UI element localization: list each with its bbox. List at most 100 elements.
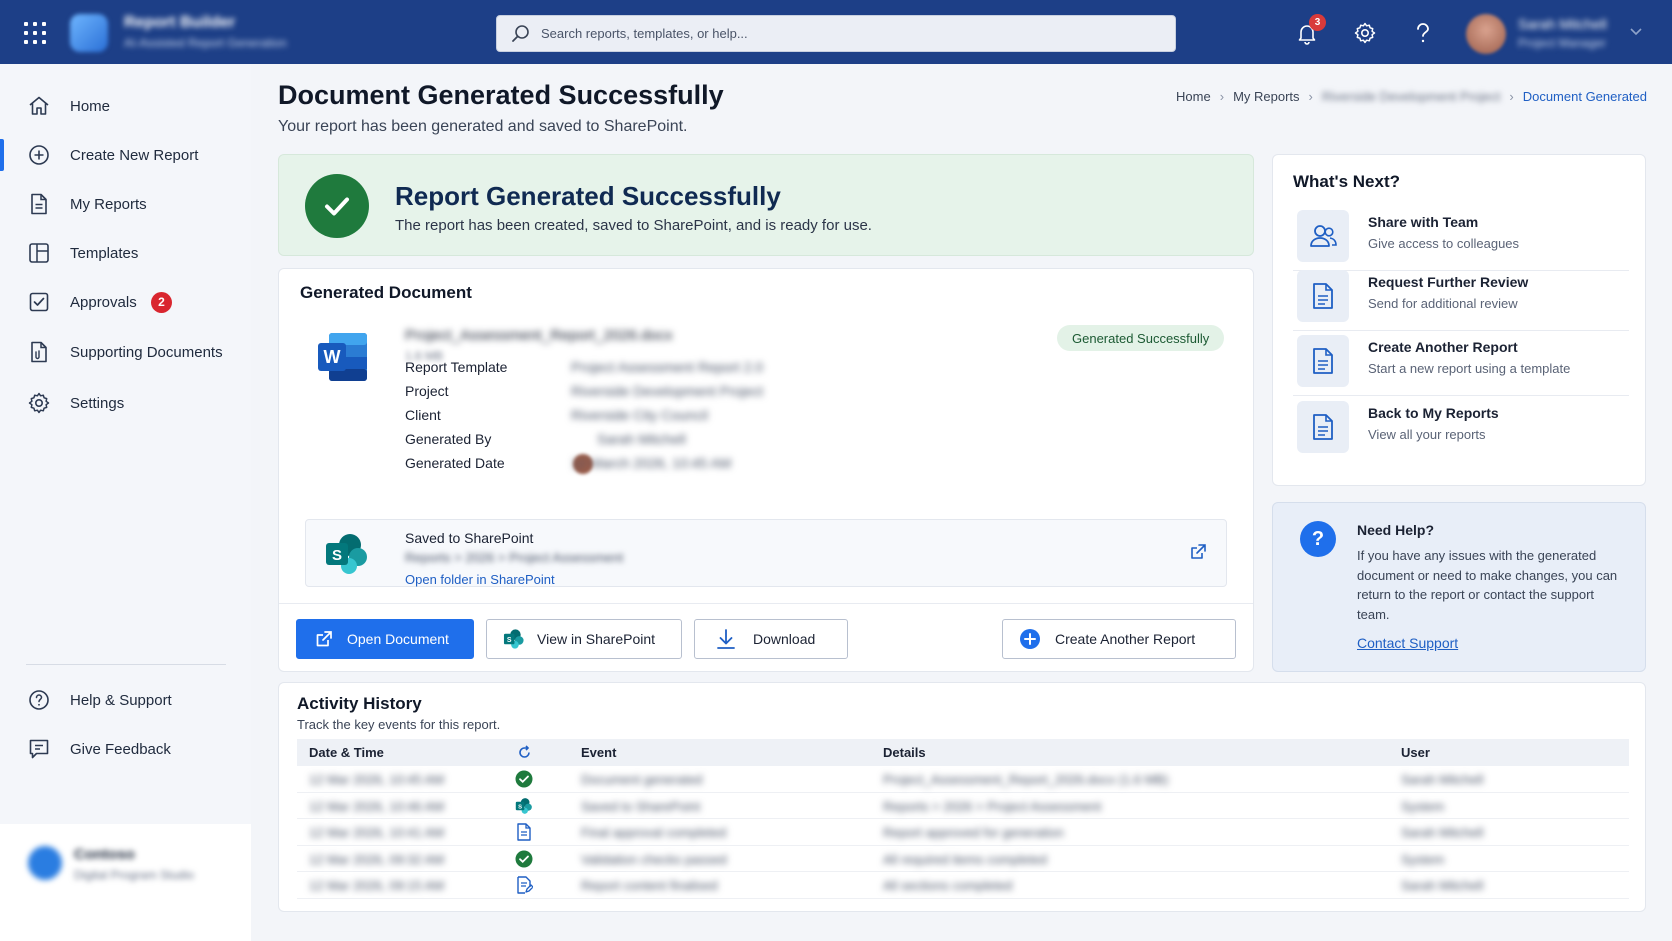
action-title: Share with Team bbox=[1368, 214, 1479, 230]
tenant-logo bbox=[28, 846, 62, 880]
cell-date: 12 Mar 2026, 10:41 AM bbox=[309, 825, 445, 840]
column-header-details[interactable]: Details bbox=[883, 745, 926, 760]
button-label: Download bbox=[753, 631, 816, 647]
top-bar: Report Builder AI-Assisted Report Genera… bbox=[0, 0, 1672, 64]
activity-table: Date & Time Event Details User 12 Mar 20… bbox=[297, 739, 1629, 899]
column-header-date[interactable]: Date & Time bbox=[309, 745, 384, 760]
meta-label-generated-by: Generated By bbox=[405, 431, 492, 447]
plus-circle-icon bbox=[29, 145, 49, 165]
refresh-icon[interactable] bbox=[517, 745, 532, 760]
cell-user: System bbox=[1401, 798, 1445, 814]
document-edit-icon bbox=[517, 876, 533, 894]
create-another-report-action[interactable]: Create Another Report Start a new report… bbox=[1293, 330, 1629, 396]
view-in-sharepoint-button[interactable]: S View in SharePoint bbox=[486, 619, 682, 659]
sidebar-item-label: Give Feedback bbox=[70, 740, 171, 758]
sidebar-item-help-support[interactable]: Help & Support bbox=[0, 678, 251, 722]
document-icon bbox=[31, 193, 47, 215]
sidebar-item-templates[interactable]: Templates bbox=[0, 231, 251, 275]
column-header-user[interactable]: User bbox=[1401, 745, 1430, 760]
cell-event: Validation checks passed bbox=[581, 851, 727, 867]
column-header-event[interactable]: Event bbox=[581, 745, 616, 760]
table-row[interactable]: 12 Mar 2026, 10:41 AM Final approval com… bbox=[297, 819, 1629, 846]
create-another-report-button[interactable]: Create Another Report bbox=[1002, 619, 1236, 659]
gear-icon bbox=[28, 392, 50, 414]
file-name[interactable]: Project_Assessment_Report_2026.docx bbox=[405, 327, 673, 344]
sidebar-item-supporting-documents[interactable]: Supporting Documents bbox=[0, 330, 251, 374]
search-icon bbox=[512, 24, 529, 42]
cell-user: Sarah Mitchell bbox=[1401, 825, 1484, 840]
section-title: Generated Document bbox=[300, 283, 472, 302]
action-description: Start a new report using a template bbox=[1368, 361, 1571, 376]
open-folder-link[interactable]: Open folder in SharePoint bbox=[405, 572, 555, 587]
svg-text:W: W bbox=[324, 347, 341, 367]
attachment-document-icon bbox=[31, 341, 47, 363]
sidebar-item-settings[interactable]: Settings bbox=[0, 381, 251, 425]
home-icon bbox=[29, 96, 49, 115]
download-button[interactable]: Download bbox=[694, 619, 848, 659]
cell-details: Project_Assessment_Report_2026.docx (1.6… bbox=[883, 772, 1169, 787]
breadcrumb-project[interactable]: Riverside Development Project bbox=[1322, 89, 1500, 104]
avatar[interactable] bbox=[1466, 14, 1506, 54]
table-row[interactable]: 12 Mar 2026, 09:32 AM Validation checks … bbox=[297, 846, 1629, 872]
sidebar-item-label: Supporting Documents bbox=[70, 343, 223, 361]
breadcrumb-my-reports[interactable]: My Reports bbox=[1233, 89, 1299, 104]
download-icon bbox=[715, 628, 737, 650]
button-label: Create Another Report bbox=[1055, 631, 1196, 647]
gear-icon[interactable] bbox=[1352, 20, 1378, 46]
sidebar-item-give-feedback[interactable]: Give Feedback bbox=[0, 727, 251, 771]
help-circle-icon bbox=[29, 690, 49, 710]
request-further-review-action[interactable]: Request Further Review Send for addition… bbox=[1293, 265, 1629, 331]
sidebar-item-label: Home bbox=[70, 97, 111, 115]
meta-label-client: Client bbox=[405, 407, 441, 423]
meta-label-project: Project bbox=[405, 383, 449, 399]
sidebar-item-label: Help & Support bbox=[70, 691, 172, 709]
page-subtitle: Your report has been generated and saved… bbox=[278, 118, 688, 135]
cell-details: All required items completed bbox=[883, 851, 1048, 867]
search-input[interactable] bbox=[541, 26, 1141, 41]
cell-event: Final approval completed bbox=[581, 825, 727, 840]
action-description: Send for additional review bbox=[1368, 296, 1518, 311]
share-with-team-action[interactable]: Share with Team Give access to colleague… bbox=[1293, 205, 1629, 271]
notification-badge: 3 bbox=[1309, 14, 1326, 31]
tenant-card[interactable]: Contoso Digital Program Studio bbox=[0, 824, 251, 941]
table-row[interactable]: 12 Mar 2026, 09:15 AM Report content fin… bbox=[297, 872, 1629, 899]
need-help-panel: ? Need Help? If you have any issues with… bbox=[1272, 502, 1646, 672]
sharepoint-location: S Saved to SharePoint Reports > 2026 > P… bbox=[305, 519, 1227, 587]
cell-date: 12 Mar 2026, 10:46 AM bbox=[309, 798, 445, 814]
app-subtitle: AI-Assisted Report Generation bbox=[124, 36, 287, 50]
document-list-icon bbox=[1297, 401, 1349, 453]
sidebar-item-home[interactable]: Home bbox=[0, 84, 251, 128]
breadcrumb-home[interactable]: Home bbox=[1176, 89, 1211, 104]
feedback-icon bbox=[29, 739, 49, 759]
meta-value-client: Riverside City Council bbox=[571, 407, 708, 423]
check-circle-icon bbox=[515, 850, 533, 867]
user-role: Project Manager bbox=[1518, 36, 1607, 50]
action-title: Back to My Reports bbox=[1368, 405, 1499, 421]
card-divider bbox=[279, 603, 1253, 604]
sidebar-item-my-reports[interactable]: My Reports bbox=[0, 182, 251, 226]
sidebar-item-approvals[interactable]: Approvals 2 bbox=[0, 280, 251, 324]
cell-details: Reports > 2026 > Project Assessment bbox=[883, 798, 1102, 814]
table-row[interactable]: 12 Mar 2026, 10:46 AM S Saved to SharePo… bbox=[297, 793, 1629, 819]
sidebar-item-create-new-report[interactable]: Create New Report bbox=[0, 133, 251, 177]
meta-label-report-template: Report Template bbox=[405, 359, 508, 375]
open-document-button[interactable]: Open Document bbox=[296, 619, 474, 659]
help-icon[interactable] bbox=[1410, 20, 1436, 46]
sidebar-divider bbox=[26, 664, 226, 665]
activity-subtitle: Track the key events for this report. bbox=[297, 717, 501, 732]
table-row[interactable]: 12 Mar 2026, 10:45 AM Document generated… bbox=[297, 766, 1629, 793]
sharepoint-icon: S bbox=[503, 628, 525, 650]
cell-user: Sarah Mitchell bbox=[1401, 772, 1484, 787]
search-box[interactable] bbox=[496, 15, 1176, 52]
cell-date: 12 Mar 2026, 09:32 AM bbox=[309, 851, 445, 867]
contact-support-link[interactable]: Contact Support bbox=[1357, 635, 1458, 651]
app-logo bbox=[70, 14, 108, 52]
back-to-my-reports-action[interactable]: Back to My Reports View all your reports bbox=[1293, 396, 1629, 462]
app-launcher-icon[interactable] bbox=[24, 22, 46, 44]
cell-date: 12 Mar 2026, 09:15 AM bbox=[309, 878, 445, 893]
sidebar-item-label: Templates bbox=[70, 244, 139, 262]
chevron-down-icon[interactable] bbox=[1630, 28, 1642, 36]
generated-document-card: Generated Document W Project_Assessment_… bbox=[278, 268, 1254, 672]
external-link-icon[interactable] bbox=[1188, 542, 1208, 562]
table-header: Date & Time Event Details User bbox=[297, 739, 1629, 766]
